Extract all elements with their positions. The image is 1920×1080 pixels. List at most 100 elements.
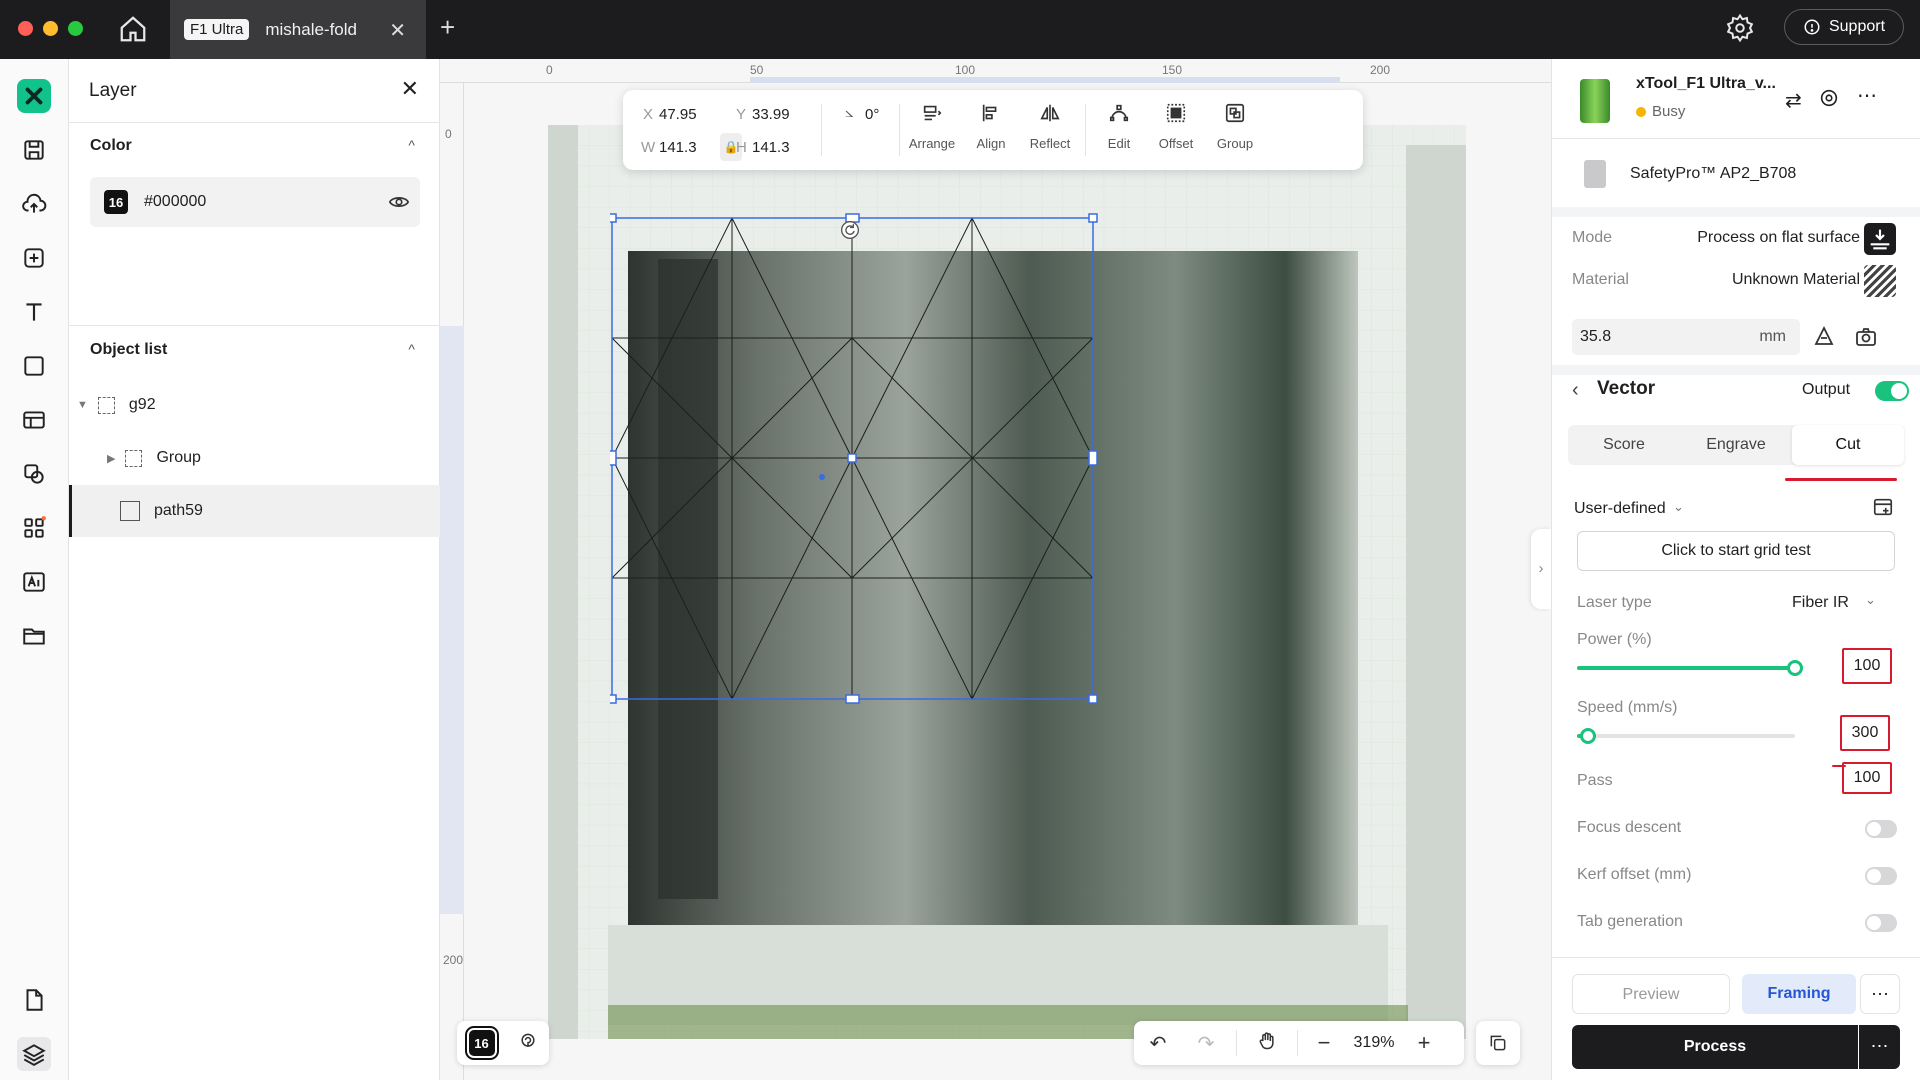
color-layer-row[interactable]: 16 #000000 [90, 177, 420, 227]
redo-icon[interactable]: ↷ [1182, 1031, 1230, 1056]
kerf-offset-toggle[interactable] [1865, 867, 1897, 885]
speed-slider-knob[interactable] [1579, 728, 1596, 744]
expand-triangle-icon[interactable]: ▼ [77, 399, 88, 411]
align-button[interactable]: Align [961, 102, 1021, 151]
material-value[interactable]: Unknown Material [1732, 271, 1860, 289]
window-zoom-button[interactable] [68, 21, 83, 36]
tab-generation-toggle[interactable] [1865, 914, 1897, 932]
group-button[interactable]: Group [1205, 102, 1265, 151]
save-icon[interactable] [17, 133, 51, 167]
output-toggle[interactable] [1875, 381, 1909, 401]
measure-icon[interactable] [518, 1031, 538, 1055]
folder-icon[interactable] [17, 619, 51, 653]
camera-icon[interactable] [1854, 325, 1878, 353]
new-tab-icon[interactable]: + [440, 12, 455, 43]
active-layer-badge[interactable]: 16 [464, 1026, 499, 1060]
tab-engrave[interactable]: Engrave [1680, 425, 1792, 465]
zoom-out-icon[interactable]: − [1304, 1030, 1344, 1056]
tab-close-icon[interactable]: ✕ [389, 18, 406, 43]
home-icon[interactable] [118, 14, 148, 44]
tab-cut[interactable]: Cut [1792, 425, 1904, 465]
preset-chevron-icon[interactable]: ⌄ [1673, 499, 1684, 515]
zoom-in-icon[interactable]: + [1404, 1030, 1444, 1056]
framing-button[interactable]: Framing [1742, 974, 1856, 1014]
document-tab[interactable]: F1 Ultra mishale-fold ✕ [170, 0, 426, 59]
device-name[interactable]: xTool_F1 Ultra_v... [1636, 75, 1776, 93]
focus-descent-toggle[interactable] [1865, 820, 1897, 838]
laser-type-value[interactable]: Fiber IR [1792, 594, 1849, 612]
tab-score[interactable]: Score [1568, 425, 1680, 465]
close-panel-icon[interactable]: ✕ [401, 76, 419, 102]
power-slider-knob[interactable] [1787, 660, 1803, 676]
x-input[interactable]: 47.95 [659, 106, 697, 123]
object-row-g92[interactable]: ▼ g92 [69, 379, 440, 431]
reflect-button[interactable]: Reflect [1020, 102, 1080, 151]
speed-slider[interactable] [1577, 728, 1795, 744]
auto-measure-icon[interactable] [1812, 325, 1836, 353]
section-gap [1552, 365, 1920, 375]
more-icon[interactable]: ⋯ [1857, 83, 1877, 108]
device-thumbnail [1580, 79, 1610, 123]
grid-test-button[interactable]: Click to start grid test [1577, 531, 1895, 571]
copy-shapes-icon[interactable] [17, 457, 51, 491]
back-chevron-icon[interactable]: ‹ [1572, 379, 1579, 402]
ai-tool-icon[interactable] [17, 565, 51, 599]
collapse-right-panel-icon[interactable]: › [1531, 529, 1551, 609]
window-close-button[interactable] [18, 21, 33, 36]
collapse-color-icon[interactable]: ^ [408, 137, 415, 153]
power-slider[interactable] [1577, 660, 1803, 676]
rotate-handle-icon[interactable] [840, 220, 860, 240]
pass-input[interactable]: 100 [1842, 762, 1892, 794]
pan-hand-icon[interactable] [1243, 1031, 1291, 1055]
y-input[interactable]: 33.99 [752, 106, 790, 123]
expand-triangle-icon[interactable]: ▶ [107, 452, 115, 465]
offset-button[interactable]: Offset [1146, 102, 1206, 151]
collapse-objects-icon[interactable]: ^ [408, 341, 415, 357]
framing-more-icon[interactable]: ⋯ [1860, 974, 1900, 1014]
mode-value[interactable]: Process on flat surface [1697, 229, 1860, 247]
angle-input[interactable]: 0° [865, 106, 879, 123]
document-icon[interactable] [17, 983, 51, 1017]
window-minimize-button[interactable] [43, 21, 58, 36]
ruler-tick-label: 50 [750, 63, 764, 77]
process-more-icon[interactable]: ⋯ [1859, 1025, 1900, 1069]
layers-icon[interactable] [17, 1037, 51, 1071]
save-preset-icon[interactable] [1872, 496, 1894, 522]
process-button[interactable]: Process [1572, 1025, 1858, 1069]
upload-cloud-icon[interactable] [17, 187, 51, 221]
add-element-icon[interactable] [17, 241, 51, 275]
shape-tool-icon[interactable] [17, 349, 51, 383]
flat-surface-icon[interactable] [1864, 223, 1896, 255]
object-row-group[interactable]: ▶ Group [69, 432, 440, 484]
material-swatch-icon[interactable] [1864, 265, 1896, 297]
device-settings-icon[interactable] [1818, 87, 1840, 113]
layer-quick-controls: 16 [457, 1021, 549, 1065]
edit-button[interactable]: Edit [1089, 102, 1149, 151]
switch-device-icon[interactable]: ⇄ [1785, 88, 1802, 113]
visibility-eye-icon[interactable] [388, 191, 410, 217]
selected-path-overlay[interactable] [610, 209, 1270, 769]
apps-icon[interactable] [17, 511, 51, 545]
thickness-input[interactable]: 35.8 mm [1572, 319, 1800, 355]
text-tool-icon[interactable] [17, 295, 51, 329]
object-row-path59[interactable]: path59 [69, 485, 440, 537]
power-input[interactable]: 100 [1842, 648, 1892, 684]
layout-panel-icon[interactable] [17, 403, 51, 437]
h-input[interactable]: 141.3 [752, 139, 790, 156]
horizontal-ruler: 0 50 100 150 200 [440, 59, 1551, 83]
undo-icon[interactable]: ↶ [1134, 1031, 1182, 1056]
align-icon [982, 104, 997, 122]
tool-label: Offset [1158, 136, 1194, 151]
speed-input[interactable]: 300 [1840, 715, 1890, 751]
preview-button[interactable]: Preview [1572, 974, 1730, 1014]
app-logo-icon [17, 79, 51, 113]
support-button[interactable]: Support [1784, 9, 1904, 45]
settings-gear-icon[interactable] [1725, 13, 1755, 43]
w-input[interactable]: 141.3 [659, 139, 697, 156]
laser-type-chevron-icon[interactable]: ⌄ [1865, 592, 1876, 608]
canvas-area[interactable]: 0 50 100 150 200 0 50 100 150 200 [440, 59, 1551, 1080]
zoom-level[interactable]: 319% [1344, 1034, 1404, 1052]
copy-view-button[interactable] [1476, 1021, 1520, 1065]
preset-select[interactable]: User-defined [1574, 500, 1666, 518]
arrange-button[interactable]: Arrange [902, 102, 962, 151]
